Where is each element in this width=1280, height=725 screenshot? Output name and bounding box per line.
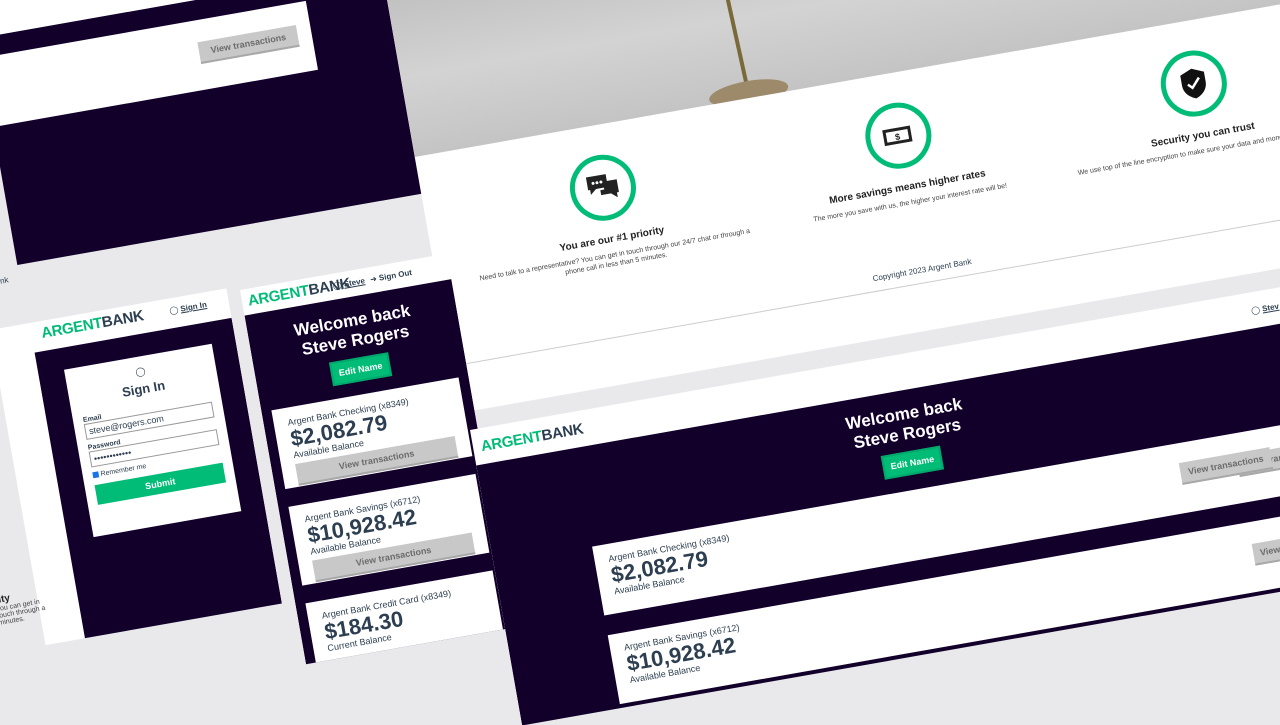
edit-name-button[interactable]: Edit Name: [880, 445, 945, 480]
account-card: Argent Bank Checking (x8349) $2,082.79 A…: [271, 377, 473, 490]
signin-background: ◯ Sign In Email steve@rogers.com Passwor…: [34, 317, 282, 646]
user-circle-icon: ◯: [1250, 305, 1261, 316]
money-icon: $: [860, 97, 937, 174]
account-card: Argent Bank Savings (x6712) $10,928.42 A…: [288, 473, 490, 586]
remember-checkbox[interactable]: [92, 471, 100, 479]
user-circle-icon: ◯: [168, 305, 180, 316]
feature-item: Security you can trust We use top of the…: [1050, 27, 1280, 180]
user-circle-icon: ◯: [331, 280, 343, 291]
sign-out-icon: ➜: [369, 274, 378, 285]
view-transactions-button[interactable]: View transactions: [197, 24, 300, 65]
account-card: Argent Bank Credit Card (x8349) $184.30 …: [305, 570, 507, 665]
plant-icon: [709, 0, 789, 107]
partial-nav-text: nk: [0, 275, 10, 286]
nav-user[interactable]: ◯ Stev: [1250, 302, 1279, 316]
feature-item: You are our #1 priority Need to talk to …: [459, 131, 755, 294]
feature-item: $ More savings means higher rates The mo…: [755, 79, 1049, 232]
shield-icon: [1155, 45, 1233, 122]
chat-icon: [564, 149, 642, 226]
signin-form: ◯ Sign In Email steve@rogers.com Passwor…: [64, 343, 242, 538]
accounts-panel-top-left: View transactions View transactions: [0, 0, 441, 265]
edit-name-button[interactable]: Edit Name: [328, 352, 393, 387]
nav-sign-in[interactable]: ◯ Sign In: [169, 300, 208, 315]
nav-sign-out[interactable]: ➜ Sign Out: [369, 268, 412, 284]
